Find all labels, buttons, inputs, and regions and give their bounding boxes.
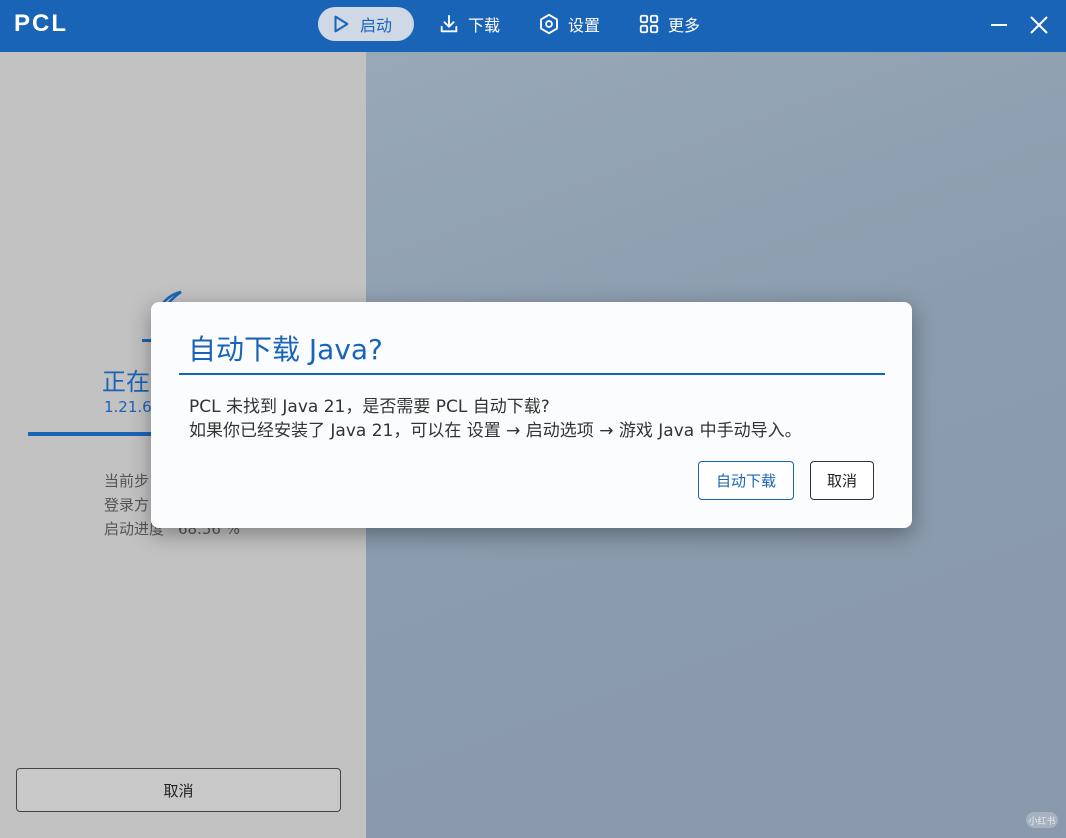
info-label: 当前步 <box>104 472 150 490</box>
grid-icon <box>639 14 659 34</box>
launch-cancel-button[interactable]: 取消 <box>16 768 341 812</box>
dialog-title: 自动下载 Java? <box>188 333 383 366</box>
launch-version: 1.21.6- <box>104 398 158 416</box>
title-bar: PCL 启动 下载 设置 更多 <box>0 0 1066 52</box>
download-icon <box>440 14 458 33</box>
nav-launch-label: 启动 <box>360 16 393 35</box>
watermark-logo: 小红书 <box>1026 812 1058 828</box>
main-nav: 启动 下载 设置 更多 <box>318 7 714 45</box>
launch-status-title: 正在 <box>102 368 150 396</box>
settings-icon <box>540 13 558 35</box>
info-label: 登录方 <box>104 496 150 514</box>
nav-download[interactable]: 下载 <box>426 7 514 41</box>
dialog-cancel-button[interactable]: 取消 <box>810 461 874 500</box>
nav-launch[interactable]: 启动 <box>318 7 414 41</box>
nav-more-label: 更多 <box>668 16 701 35</box>
nav-settings-label: 设置 <box>568 16 601 35</box>
minimize-icon[interactable] <box>986 12 1012 38</box>
app-logo: PCL <box>14 10 68 37</box>
close-icon[interactable] <box>1026 12 1052 38</box>
auto-download-button[interactable]: 自动下载 <box>698 461 794 500</box>
dialog-divider <box>179 373 885 375</box>
nav-more[interactable]: 更多 <box>626 7 714 41</box>
nav-settings[interactable]: 设置 <box>526 7 614 41</box>
nav-download-label: 下载 <box>468 16 501 35</box>
play-icon <box>334 15 349 33</box>
java-download-dialog: 自动下载 Java? PCL 未找到 Java 21，是否需要 PCL 自动下载… <box>151 302 912 528</box>
dialog-message-line1: PCL 未找到 Java 21，是否需要 PCL 自动下载? <box>189 397 550 417</box>
dialog-message-line2: 如果你已经安装了 Java 21，可以在 设置 → 启动选项 → 游戏 Java… <box>189 421 802 441</box>
